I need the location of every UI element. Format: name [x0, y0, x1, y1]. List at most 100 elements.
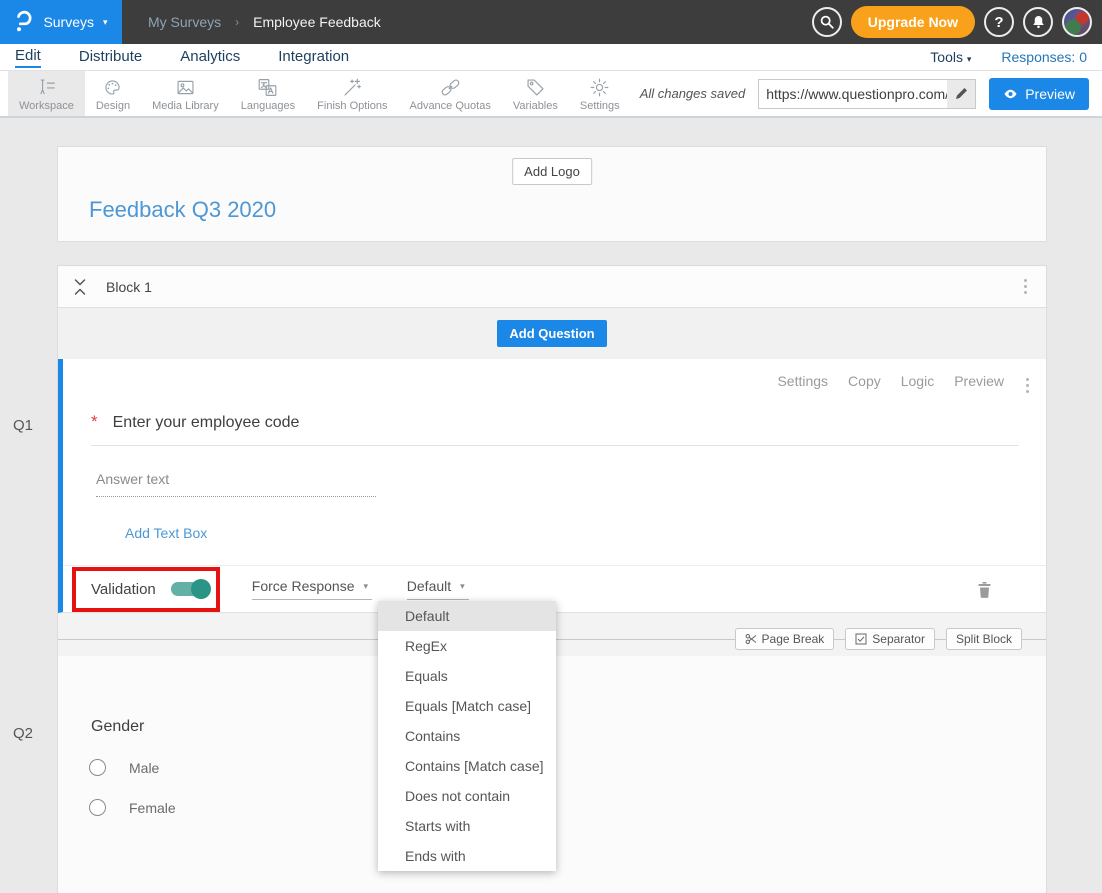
menu-item-ends-with[interactable]: Ends with: [378, 841, 556, 871]
question-menu-button[interactable]: [1023, 375, 1032, 396]
radio-option-label: Female: [129, 800, 176, 816]
responses-count[interactable]: Responses: 0: [1001, 49, 1087, 65]
question-settings-link[interactable]: Settings: [777, 373, 828, 389]
toolbar-item-label: Workspace: [19, 100, 74, 112]
insert-row-buttons: Page Break Separator Split Block: [735, 628, 1022, 650]
toolbar-item-workspace[interactable]: Workspace: [8, 71, 85, 116]
tabbar-right: Tools ▾ Responses: 0: [930, 49, 1087, 65]
add-question-strip: Add Question: [58, 308, 1046, 359]
page-break-button[interactable]: Page Break: [735, 628, 835, 650]
question-preview-link[interactable]: Preview: [954, 373, 1004, 389]
toolbar-item-languages[interactable]: Languages: [230, 71, 306, 116]
block-menu-button[interactable]: [1021, 276, 1030, 297]
user-avatar[interactable]: [1062, 7, 1092, 37]
split-block-label: Split Block: [956, 632, 1012, 646]
collapse-block-button[interactable]: [74, 278, 86, 296]
question-number-q2: Q2: [13, 725, 33, 742]
question-card-q1: Settings Copy Logic Preview * Enter your…: [58, 359, 1046, 613]
survey-header-card: Add Logo Feedback Q3 2020: [57, 146, 1047, 242]
add-text-box-link[interactable]: Add Text Box: [125, 525, 207, 541]
force-response-dropdown[interactable]: Force Response ▾: [252, 578, 372, 600]
toolbar-item-media-library[interactable]: Media Library: [141, 71, 230, 116]
tab-analytics[interactable]: Analytics: [180, 47, 240, 67]
save-status: All changes saved: [640, 86, 746, 101]
add-logo-button[interactable]: Add Logo: [512, 158, 592, 185]
image-icon: [175, 77, 196, 98]
radio-icon[interactable]: [89, 799, 106, 816]
topbar-actions: Upgrade Now ?: [812, 0, 1092, 44]
survey-url-value[interactable]: https://www.questionpro.com/t/A: [759, 86, 947, 102]
breadcrumb-my-surveys[interactable]: My Surveys: [148, 14, 221, 30]
menu-item-starts-with[interactable]: Starts with: [378, 811, 556, 841]
toolbar-right: All changes saved https://www.questionpr…: [640, 71, 1102, 116]
chevron-down-icon: ▾: [460, 581, 465, 592]
app-menu[interactable]: Surveys ▾: [0, 0, 122, 44]
separator-button[interactable]: Separator: [845, 628, 935, 650]
radio-option-male[interactable]: Male: [89, 759, 159, 776]
toggle-knob: [191, 579, 211, 599]
question-number-q1: Q1: [13, 417, 33, 434]
radio-option-female[interactable]: Female: [89, 799, 176, 816]
tools-dropdown[interactable]: Tools ▾: [930, 49, 971, 65]
toolbar-item-advance-quotas[interactable]: Advance Quotas: [398, 71, 501, 116]
notifications-button[interactable]: [1023, 7, 1053, 37]
preview-label: Preview: [1025, 86, 1075, 102]
add-question-button[interactable]: Add Question: [497, 320, 606, 347]
help-button[interactable]: ?: [984, 7, 1014, 37]
menu-item-regex[interactable]: RegEx: [378, 631, 556, 661]
trash-icon: [977, 581, 992, 598]
top-bar: Surveys ▾ My Surveys › Employee Feedback…: [0, 0, 1102, 44]
tools-label: Tools: [930, 49, 963, 65]
tab-distribute[interactable]: Distribute: [79, 47, 142, 67]
question-actions: Settings Copy Logic Preview: [777, 373, 1004, 389]
validation-type-dropdown[interactable]: Default ▾: [407, 578, 469, 600]
menu-item-equals-match-case[interactable]: Equals [Match case]: [378, 691, 556, 721]
question-text[interactable]: Gender: [91, 718, 144, 736]
chevron-down-icon: ▾: [364, 581, 369, 592]
question-text[interactable]: Enter your employee code: [113, 414, 300, 432]
delete-question-button[interactable]: [977, 581, 992, 598]
checkbox-icon: [855, 633, 867, 645]
breadcrumb-separator: ›: [235, 15, 239, 29]
toolbar-item-finish-options[interactable]: Finish Options: [306, 71, 398, 116]
toolbar-item-label: Variables: [513, 100, 558, 112]
tab-integration[interactable]: Integration: [278, 47, 349, 67]
toolbar-item-label: Languages: [241, 100, 295, 112]
breadcrumb-current: Employee Feedback: [253, 14, 381, 30]
toolbar-item-label: Settings: [580, 100, 620, 112]
edit-url-button[interactable]: [947, 80, 975, 108]
help-icon: ?: [994, 14, 1003, 31]
toolbar-item-variables[interactable]: Variables: [502, 71, 569, 116]
chevron-down-icon: ▾: [967, 54, 972, 64]
radio-icon[interactable]: [89, 759, 106, 776]
split-block-button[interactable]: Split Block: [946, 628, 1022, 650]
toolbar-item-settings[interactable]: Settings: [569, 71, 631, 116]
search-button[interactable]: [812, 7, 842, 37]
survey-title[interactable]: Feedback Q3 2020: [89, 197, 276, 223]
question-logic-link[interactable]: Logic: [901, 373, 934, 389]
menu-item-equals[interactable]: Equals: [378, 661, 556, 691]
required-asterisk: *: [91, 412, 98, 432]
questionpro-logo-icon: [14, 10, 34, 34]
upgrade-now-button[interactable]: Upgrade Now: [851, 6, 975, 38]
question-copy-link[interactable]: Copy: [848, 373, 881, 389]
eye-icon: [1003, 88, 1018, 100]
preview-button[interactable]: Preview: [989, 78, 1089, 110]
survey-url-field: https://www.questionpro.com/t/A: [758, 79, 976, 109]
workspace-icon: [36, 77, 57, 98]
menu-item-default[interactable]: Default: [378, 601, 556, 631]
toolbar-item-design[interactable]: Design: [85, 71, 141, 116]
chain-links-icon: [440, 77, 461, 98]
app-menu-label: Surveys: [43, 14, 94, 30]
menu-item-contains-match-case[interactable]: Contains [Match case]: [378, 751, 556, 781]
menu-item-does-not-contain[interactable]: Does not contain: [378, 781, 556, 811]
editor-toolbar: Workspace Design Media Library Languages…: [0, 71, 1102, 118]
validation-toggle[interactable]: [171, 582, 209, 596]
menu-item-contains[interactable]: Contains: [378, 721, 556, 751]
block-title[interactable]: Block 1: [106, 279, 152, 295]
tab-edit[interactable]: Edit: [15, 46, 41, 68]
separator-label: Separator: [872, 632, 925, 646]
gear-icon: [589, 77, 610, 98]
upgrade-now-label: Upgrade Now: [868, 14, 958, 30]
answer-text-field[interactable]: Answer text: [96, 471, 376, 497]
